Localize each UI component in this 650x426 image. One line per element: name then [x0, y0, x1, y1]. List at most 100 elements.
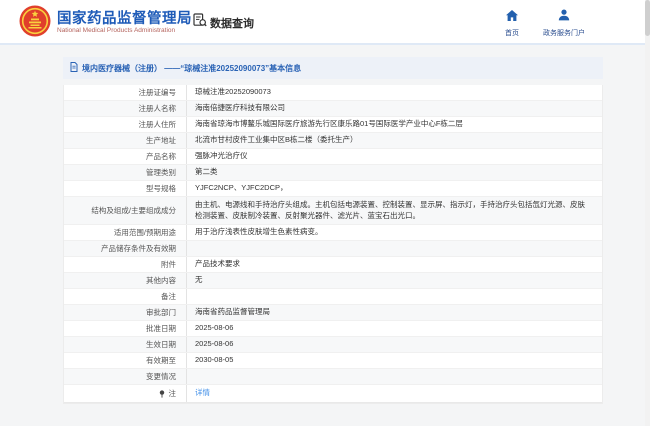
table-row: 型号规格 YJFC2NCP、YJFC2DCP， [64, 181, 602, 197]
row-value-text: 2030-08-05 [195, 355, 234, 365]
row-value: 海南省琼海市博鳌乐城国际医疗旅游先行区康乐路01号国际医学产业中心F栋二层 [187, 117, 602, 132]
row-value-text: 第二类 [195, 167, 218, 177]
registration-info-table: 注册证编号 琼械注准20252090073 注册人名称 海南倍捷医疗科技有限公司 注册人… [63, 85, 603, 404]
row-label: 产品储存条件及有效期 [64, 241, 187, 256]
row-label-text: 其他内容 [146, 276, 176, 285]
table-row: 适用范围/预期用途 用于治疗浅表性皮肤增生色素性病变。 [64, 225, 602, 241]
row-value [187, 241, 602, 256]
row-value-text: YJFC2NCP、YJFC2DCP， [195, 183, 288, 193]
table-row: 批准日期 2025-08-06 [64, 321, 602, 337]
row-value: 2025-08-06 [187, 321, 602, 336]
row-label: 生效日期 [64, 337, 187, 352]
row-value: 由主机、电源线和手持治疗头组成。主机包括电源装置、控制装置、显示屏、指示灯，手持… [187, 197, 602, 224]
row-label-text: 注册人住所 [138, 120, 177, 129]
row-value-text: 海南省琼海市博鳌乐城国际医疗旅游先行区康乐路01号国际医学产业中心F栋二层 [195, 119, 463, 129]
row-label-text: 生产地址 [146, 136, 176, 145]
table-row: 产品储存条件及有效期 [64, 241, 602, 257]
row-value-text: 海南倍捷医疗科技有限公司 [195, 103, 285, 113]
row-value: YJFC2NCP、YJFC2DCP， [187, 181, 602, 196]
row-value: 2025-08-06 [187, 337, 602, 352]
table-row: 生产地址 北流市甘村皮件工业集中区B栋二楼（委托生产） [64, 133, 602, 149]
row-label: 有效期至 [64, 353, 187, 368]
row-label: 结构及组成/主要组成成分 [64, 197, 187, 224]
doc-search-icon [193, 13, 207, 32]
table-row: 结构及组成/主要组成成分 由主机、电源线和手持治疗头组成。主机包括电源装置、控制装… [64, 197, 602, 225]
row-label: 生产地址 [64, 133, 187, 148]
row-value [187, 289, 602, 304]
row-label: 型号规格 [64, 181, 187, 196]
table-row: 管理类别 第二类 [64, 165, 602, 181]
row-label-text: 结构及组成/主要组成成分 [91, 206, 176, 215]
row-label: 管理类别 [64, 165, 187, 180]
row-value-text: 无 [195, 275, 203, 285]
row-label: 其他内容 [64, 273, 187, 288]
site-title: 国家药品监督管理局 [57, 11, 192, 27]
row-value: 海南倍捷医疗科技有限公司 [187, 101, 602, 116]
page: 国家药品监督管理局 National Medical Products Admi… [0, 0, 650, 426]
row-label-text: 注册证编号 [138, 88, 177, 97]
page-title: 境内医疗器械（注册） ——“琼械注准20252090073”基本信息 [82, 63, 302, 73]
row-value: 第二类 [187, 165, 602, 180]
nav-gov-portal-label: 政务服务门户 [543, 30, 585, 37]
table-row: 附件 产品技术要求 [64, 257, 602, 273]
table-row: 注册人名称 海南倍捷医疗科技有限公司 [64, 101, 602, 117]
row-value [187, 369, 602, 384]
nav-home[interactable]: 首页 [498, 8, 526, 38]
row-value: 琼械注准20252090073 [187, 85, 602, 100]
row-value: 产品技术要求 [187, 257, 602, 272]
table-row: 有效期至 2030-08-05 [64, 353, 602, 369]
scrollbar-thumb[interactable] [645, 0, 650, 36]
pin-icon [159, 389, 165, 398]
table-row: 变更情况 [64, 369, 602, 385]
row-label: 产品名称 [64, 149, 187, 164]
row-label: 备注 [64, 289, 187, 304]
data-query-label: 数据查询 [210, 17, 254, 30]
row-label: 注册证编号 [64, 85, 187, 100]
table-row: 注册人住所 海南省琼海市博鳌乐城国际医疗旅游先行区康乐路01号国际医学产业中心F栋… [64, 117, 602, 133]
row-value: 强脉冲光治疗仪 [187, 149, 602, 164]
row-label-text: 有效期至 [146, 356, 176, 365]
row-label: 变更情况 [64, 369, 187, 384]
breadcrumb: 境内医疗器械（注册） ——“琼械注准20252090073”基本信息 [63, 57, 603, 79]
detail-link[interactable]: 详情 [195, 388, 210, 399]
row-label-text: 备注 [161, 292, 176, 301]
row-label-text: 变更情况 [146, 372, 176, 381]
row-value-text: 用于治疗浅表性皮肤增生色素性病变。 [195, 227, 323, 237]
row-label-text: 注册人名称 [138, 104, 177, 113]
row-value: 无 [187, 273, 602, 288]
data-query-nav[interactable]: 数据查询 [193, 13, 254, 32]
scrollbar-track[interactable] [645, 0, 650, 426]
row-value-text: 强脉冲光治疗仪 [195, 151, 248, 161]
user-icon [558, 8, 570, 26]
row-label-text: 型号规格 [146, 184, 176, 193]
row-label-text: 生效日期 [146, 340, 176, 349]
nav-gov-portal[interactable]: 政务服务门户 [540, 8, 588, 38]
row-value-text: 2025-08-06 [195, 323, 234, 333]
row-value-text: 2025-08-06 [195, 339, 234, 349]
table-row: 其他内容 无 [64, 273, 602, 289]
row-value: 北流市甘村皮件工业集中区B栋二楼（委托生产） [187, 133, 602, 148]
row-label-text: 管理类别 [146, 168, 176, 177]
row-value: 详情 [187, 385, 602, 402]
site-subtitle: National Medical Products Administration [57, 27, 176, 34]
table-row: 注 详情 [64, 385, 602, 403]
site-header: 国家药品监督管理局 National Medical Products Admi… [0, 0, 650, 45]
row-label-text: 产品储存条件及有效期 [101, 244, 176, 253]
table-row: 产品名称 强脉冲光治疗仪 [64, 149, 602, 165]
china-national-emblem-icon [19, 5, 51, 37]
nav-home-label: 首页 [505, 30, 519, 37]
home-icon [506, 8, 518, 26]
table-row: 审批部门 海南省药品监督管理局 [64, 305, 602, 321]
document-icon [70, 59, 78, 77]
row-label-text: 注 [168, 389, 177, 398]
row-label-text: 产品名称 [146, 152, 176, 161]
row-label: 注 [64, 385, 187, 402]
row-label-text: 批准日期 [146, 324, 176, 333]
row-label: 批准日期 [64, 321, 187, 336]
row-label-text: 附件 [161, 260, 176, 269]
row-label: 审批部门 [64, 305, 187, 320]
row-label-text: 适用范围/预期用途 [113, 228, 176, 237]
row-value-text: 产品技术要求 [195, 259, 240, 269]
row-label-text: 审批部门 [146, 308, 176, 317]
row-value: 海南省药品监督管理局 [187, 305, 602, 320]
